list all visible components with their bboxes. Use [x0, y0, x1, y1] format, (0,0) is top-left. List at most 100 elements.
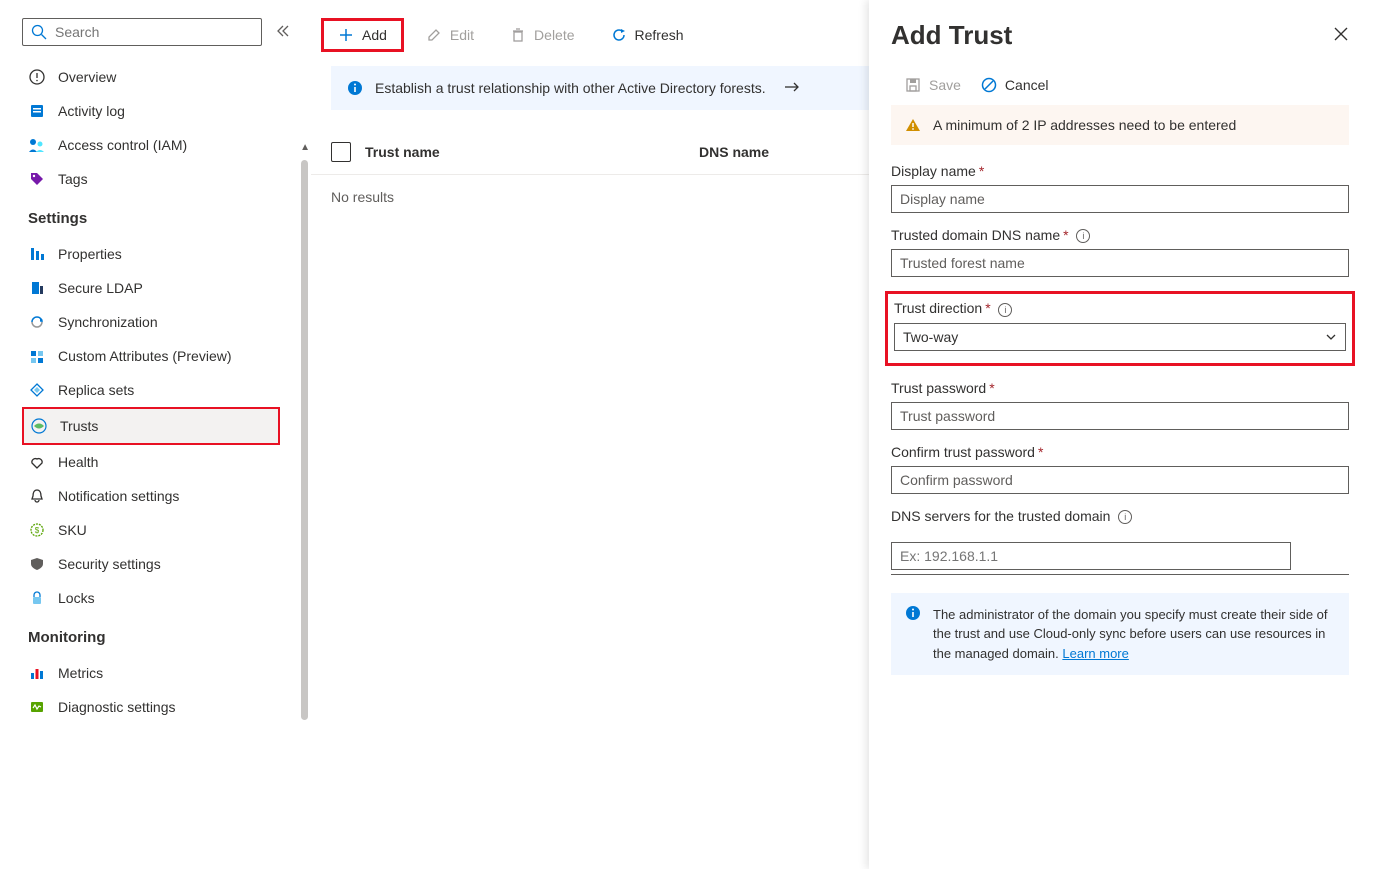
- display-name-label: Display name*: [891, 163, 1349, 179]
- warning-box: A minimum of 2 IP addresses need to be e…: [891, 105, 1349, 145]
- metrics-icon: [28, 664, 46, 682]
- trusts-icon: [30, 417, 48, 435]
- svg-text:$: $: [35, 526, 40, 535]
- edit-button[interactable]: Edit: [412, 21, 488, 49]
- dns-name-input[interactable]: [891, 249, 1349, 277]
- nav-label: Replica sets: [58, 382, 134, 398]
- col-dns-name: DNS name: [699, 144, 769, 160]
- info-hint-icon[interactable]: i: [1076, 229, 1090, 243]
- nav-label: Health: [58, 454, 98, 470]
- nav-label: Secure LDAP: [58, 280, 143, 296]
- delete-button[interactable]: Delete: [496, 21, 588, 49]
- iam-icon: [28, 136, 46, 154]
- ldap-icon: [28, 279, 46, 297]
- add-label: Add: [362, 27, 387, 43]
- refresh-button[interactable]: Refresh: [597, 21, 698, 49]
- log-icon: [28, 102, 46, 120]
- info-note: The administrator of the domain you spec…: [891, 593, 1349, 676]
- nav-metrics[interactable]: Metrics: [22, 656, 280, 690]
- search-box[interactable]: [22, 18, 262, 46]
- warning-icon: [905, 117, 921, 133]
- nav-trusts[interactable]: Trusts: [22, 407, 280, 445]
- info-hint-icon[interactable]: i: [1118, 510, 1132, 524]
- col-trust-name: Trust name: [365, 144, 685, 160]
- nav-replica-sets[interactable]: Replica sets: [22, 373, 280, 407]
- nav-tags[interactable]: Tags: [22, 162, 280, 196]
- add-button[interactable]: Add: [321, 18, 404, 52]
- info-icon: [347, 80, 363, 96]
- cancel-icon: [981, 77, 997, 93]
- nav-activity-log[interactable]: Activity log: [22, 94, 280, 128]
- nav-custom-attributes[interactable]: Custom Attributes (Preview): [22, 339, 280, 373]
- nav-label: Diagnostic settings: [58, 699, 176, 715]
- banner-text: Establish a trust relationship with othe…: [375, 80, 766, 96]
- search-input[interactable]: [55, 24, 253, 40]
- trash-icon: [510, 27, 526, 43]
- info-note-text: The administrator of the domain you spec…: [933, 607, 1328, 661]
- info-icon: [905, 605, 921, 621]
- edit-icon: [426, 27, 442, 43]
- chevron-down-icon: [1325, 331, 1337, 343]
- edit-label: Edit: [450, 27, 474, 43]
- trust-direction-label: Trust direction* i: [894, 300, 1346, 316]
- delete-label: Delete: [534, 27, 574, 43]
- nav-label: Activity log: [58, 103, 125, 119]
- nav-label: Notification settings: [58, 488, 179, 504]
- nav-label: Overview: [58, 69, 116, 85]
- sync-icon: [28, 313, 46, 331]
- diagnostic-icon: [28, 698, 46, 716]
- display-name-input[interactable]: [891, 185, 1349, 213]
- nav-label: SKU: [58, 522, 87, 538]
- sku-icon: $: [28, 521, 46, 539]
- nav-overview[interactable]: Overview: [22, 60, 280, 94]
- nav-locks[interactable]: Locks: [22, 581, 280, 615]
- panel-title: Add Trust: [891, 20, 1012, 51]
- save-label: Save: [929, 77, 961, 93]
- nav-health[interactable]: Health: [22, 445, 280, 479]
- save-button[interactable]: Save: [905, 77, 961, 93]
- nav-secure-ldap[interactable]: Secure LDAP: [22, 271, 280, 305]
- select-all-checkbox[interactable]: [331, 142, 351, 162]
- nav-properties[interactable]: Properties: [22, 237, 280, 271]
- search-icon: [31, 24, 47, 40]
- health-icon: [28, 453, 46, 471]
- nav-notification-settings[interactable]: Notification settings: [22, 479, 280, 513]
- nav-label: Security settings: [58, 556, 161, 572]
- nav-label: Access control (IAM): [58, 137, 187, 153]
- trust-password-input[interactable]: [891, 402, 1349, 430]
- bell-icon: [28, 487, 46, 505]
- collapse-sidebar-icon[interactable]: [276, 24, 290, 41]
- nav-synchronization[interactable]: Synchronization: [22, 305, 280, 339]
- arrow-right-icon: [784, 80, 800, 96]
- refresh-icon: [611, 27, 627, 43]
- scrollbar-thumb[interactable]: [301, 160, 308, 720]
- info-hint-icon[interactable]: i: [998, 303, 1012, 317]
- nav-label: Tags: [58, 171, 88, 187]
- properties-icon: [28, 245, 46, 263]
- overview-icon: [28, 68, 46, 86]
- tag-icon: [28, 170, 46, 188]
- nav-label: Locks: [58, 590, 95, 606]
- confirm-password-input[interactable]: [891, 466, 1349, 494]
- nav-sku[interactable]: $ SKU: [22, 513, 280, 547]
- close-icon[interactable]: [1333, 26, 1349, 45]
- nav-access-control[interactable]: Access control (IAM): [22, 128, 280, 162]
- nav-label: Synchronization: [58, 314, 158, 330]
- lock-icon: [28, 589, 46, 607]
- section-monitoring: Monitoring: [22, 615, 280, 656]
- save-icon: [905, 77, 921, 93]
- nav-diagnostic-settings[interactable]: Diagnostic settings: [22, 690, 280, 724]
- dns-servers-input[interactable]: [891, 542, 1291, 570]
- section-settings: Settings: [22, 196, 280, 237]
- refresh-label: Refresh: [635, 27, 684, 43]
- nav-security-settings[interactable]: Security settings: [22, 547, 280, 581]
- trust-direction-value: Two-way: [903, 329, 958, 345]
- dns-name-label: Trusted domain DNS name* i: [891, 227, 1349, 243]
- trust-password-label: Trust password*: [891, 380, 1349, 396]
- scroll-up-icon: ▲: [300, 142, 310, 153]
- learn-more-link[interactable]: Learn more: [1062, 646, 1128, 661]
- nav-label: Custom Attributes (Preview): [58, 348, 232, 364]
- trust-direction-select[interactable]: Two-way: [894, 323, 1346, 351]
- nav-label: Metrics: [58, 665, 103, 681]
- cancel-button[interactable]: Cancel: [981, 77, 1049, 93]
